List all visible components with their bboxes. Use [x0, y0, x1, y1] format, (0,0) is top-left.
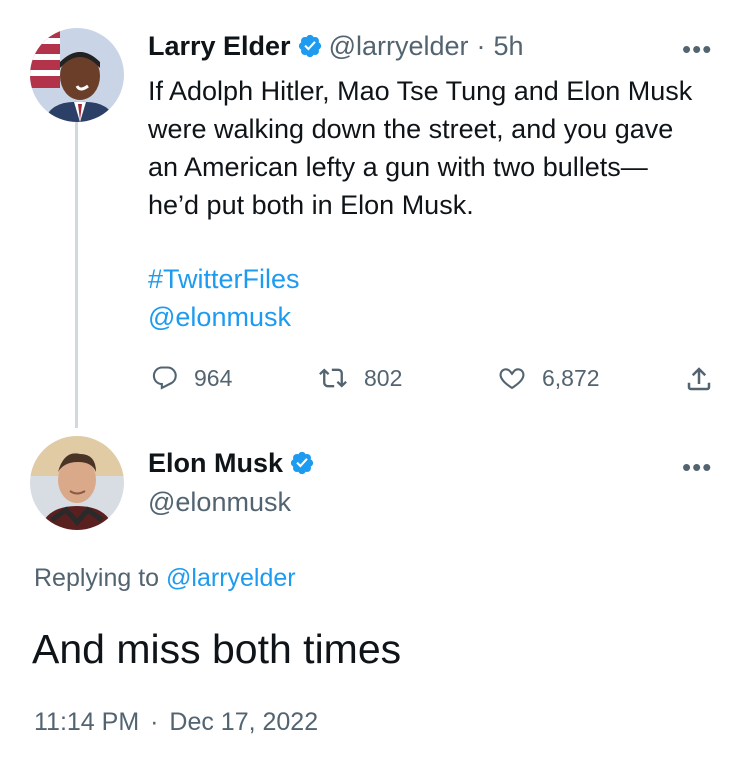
tweet2-header: Elon Musk: [148, 448, 321, 481]
larry-elder-avatar[interactable]: [30, 28, 124, 122]
thread-connector-line: [75, 122, 78, 428]
separator: ·: [476, 31, 486, 61]
more-icon[interactable]: •••: [682, 34, 712, 65]
reply-button[interactable]: 964: [150, 364, 232, 392]
mention-link[interactable]: @elonmusk: [148, 298, 291, 336]
like-count: 6,872: [542, 364, 600, 391]
retweet-count: 802: [364, 364, 403, 391]
separator: ·: [150, 708, 159, 736]
reply-icon: [152, 366, 177, 390]
hashtag-link[interactable]: #TwitterFiles: [148, 260, 300, 298]
replying-to-mention[interactable]: @larryelder: [166, 564, 296, 592]
verified-badge-icon: [289, 450, 315, 481]
share-icon: [687, 367, 711, 391]
like-icon: [499, 368, 525, 390]
tweet1-text: If Adolph Hitler, Mao Tse Tung and Elon …: [148, 76, 693, 220]
tweet2-timestamp[interactable]: 11:14 PM · Dec 17, 2022: [34, 708, 318, 737]
handle[interactable]: @elonmusk: [148, 487, 291, 518]
handle[interactable]: @larryelder: [329, 31, 469, 61]
elon-musk-avatar[interactable]: [30, 436, 124, 530]
verified-badge-icon: [297, 33, 323, 64]
more-icon[interactable]: •••: [682, 452, 712, 483]
replying-to-label: Replying to: [34, 564, 160, 592]
display-name[interactable]: Larry Elder: [148, 31, 291, 61]
replying-to-line: Replying to @larryelder: [34, 564, 296, 593]
timestamp[interactable]: 5h: [494, 31, 524, 61]
share-button[interactable]: [684, 364, 714, 399]
time: 11:14 PM: [34, 708, 140, 736]
retweet-button[interactable]: 802: [316, 364, 402, 392]
reply-count: 964: [194, 364, 233, 391]
tweet2-text: And miss both times: [32, 626, 402, 672]
display-name[interactable]: Elon Musk: [148, 448, 283, 478]
retweet-icon: [319, 368, 347, 388]
tweet1-header: Larry Elder @larryelder · 5h: [148, 31, 524, 64]
date: Dec 17, 2022: [169, 708, 319, 736]
like-button[interactable]: 6,872: [496, 364, 600, 392]
